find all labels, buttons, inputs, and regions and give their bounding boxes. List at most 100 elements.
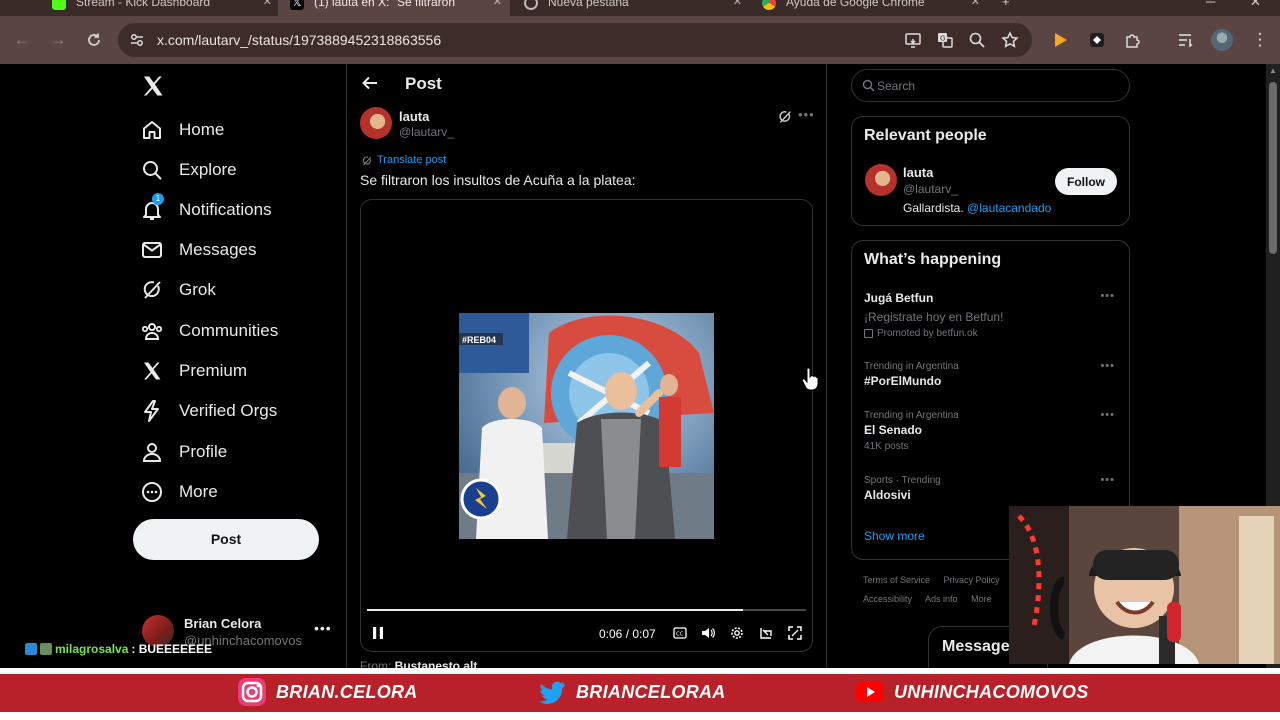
ads-info-link[interactable]: Ads info: [925, 594, 958, 604]
author-name[interactable]: lauta: [399, 109, 429, 124]
settings-gear-icon[interactable]: [730, 626, 744, 640]
from-source[interactable]: Bustanesto.alt: [395, 659, 478, 668]
chrome-menu-icon[interactable]: ⋮: [1248, 28, 1272, 52]
nav-home[interactable]: Home: [140, 115, 224, 145]
post-more-icon[interactable]: •••: [798, 107, 815, 122]
nav-profile[interactable]: Profile: [140, 437, 227, 467]
volume-icon[interactable]: [701, 626, 715, 640]
nav-more[interactable]: More: [140, 477, 218, 507]
translate-post-link[interactable]: Translate post: [377, 154, 446, 166]
new-tab-icon[interactable]: +: [1002, 0, 1010, 9]
nav-communities[interactable]: Communities: [140, 316, 278, 346]
relevant-person-bio: Gallardista. @lautacandado: [903, 201, 1051, 215]
back-arrow-icon[interactable]: [361, 74, 379, 92]
address-bar[interactable]: x.com/lautarv_/status/197388945231886355…: [118, 23, 1032, 57]
minimize-icon[interactable]: ─: [1206, 0, 1215, 9]
video-player[interactable]: #REB04 0:06 / 0:07 CC: [360, 199, 813, 652]
author-avatar[interactable]: [360, 107, 392, 139]
kick-favicon-icon: [52, 0, 66, 10]
x-logo-icon[interactable]: [141, 74, 165, 98]
extensions-puzzle-icon[interactable]: [1124, 31, 1142, 49]
scroll-up-icon[interactable]: ▲: [1268, 66, 1278, 75]
extension-diamond-icon[interactable]: [1088, 31, 1106, 49]
site-settings-icon[interactable]: [128, 31, 146, 49]
account-name[interactable]: Brian Celora: [184, 616, 261, 631]
bell-icon: 1: [140, 193, 164, 222]
accessibility-link[interactable]: Accessibility: [863, 594, 912, 604]
profile-avatar[interactable]: [1211, 29, 1233, 51]
nav-messages[interactable]: Messages: [140, 235, 256, 265]
trend-item[interactable]: Trending in Argentina #PorElMundo •••: [864, 360, 1119, 388]
reload-icon[interactable]: [82, 28, 106, 52]
close-tab-icon[interactable]: ✕: [493, 0, 502, 12]
home-icon: [143, 121, 161, 139]
search-box[interactable]: [851, 69, 1130, 102]
trend-more-icon[interactable]: •••: [1100, 290, 1115, 302]
back-icon[interactable]: ←: [10, 28, 34, 52]
forward-icon[interactable]: →: [46, 28, 70, 52]
footer-more-link[interactable]: More: [971, 594, 992, 604]
nav-explore[interactable]: Explore: [140, 155, 237, 185]
promoted-text: Promoted by betfun.ok: [877, 328, 978, 339]
trend-item[interactable]: Trending in Argentina El Senado 41K post…: [864, 409, 1119, 452]
translate-page-icon[interactable]: G: [936, 31, 954, 49]
reading-list-icon[interactable]: [1177, 31, 1195, 49]
privacy-link[interactable]: Privacy Policy: [944, 575, 1000, 585]
trend-more-icon[interactable]: •••: [1100, 409, 1115, 421]
stream-chat-message: milagrosalva : BUEEEEEEE: [25, 642, 212, 656]
author-handle[interactable]: @lautarv_: [399, 125, 454, 139]
nav-grok[interactable]: Grok: [140, 275, 216, 305]
trend-item-promoted[interactable]: Jugá Betfun ¡Registrate hoy en Betfun! P…: [864, 290, 1119, 339]
trend-context: Trending in Argentina: [864, 410, 959, 421]
media-play-extension-icon[interactable]: [1051, 31, 1069, 49]
messages-drawer-title: Message: [942, 638, 1010, 655]
fullscreen-icon[interactable]: [788, 626, 802, 640]
promoted-label: Promoted by betfun.ok: [864, 328, 1119, 339]
account-more-icon[interactable]: •••: [314, 620, 332, 636]
chat-badge-icon: [40, 643, 52, 655]
close-tab-icon[interactable]: ✕: [733, 0, 742, 12]
close-tab-icon[interactable]: ✕: [971, 0, 980, 12]
bookmark-star-icon[interactable]: [1001, 31, 1019, 49]
bio-mention-link[interactable]: @lautacandado: [967, 201, 1051, 215]
follow-button[interactable]: Follow: [1055, 168, 1117, 195]
search-input[interactable]: [877, 77, 1117, 95]
trend-more-icon[interactable]: •••: [1100, 474, 1115, 486]
video-frame[interactable]: #REB04: [459, 313, 714, 539]
picture-in-picture-icon[interactable]: [759, 626, 773, 640]
close-tab-icon[interactable]: ✕: [263, 0, 272, 12]
scrollbar-thumb[interactable]: [1269, 82, 1277, 254]
zoom-icon[interactable]: [968, 31, 986, 49]
nav-premium[interactable]: Premium: [140, 356, 247, 386]
grok-explain-icon[interactable]: [777, 109, 793, 125]
cast-icon[interactable]: [904, 31, 922, 49]
chat-badge-icon: [25, 643, 37, 655]
svg-text:CC: CC: [676, 632, 684, 638]
nav-label: Grok: [179, 280, 216, 299]
from-label: From: [360, 659, 388, 668]
browser-tab[interactable]: Ayuda de Google Chrome ✕: [750, 0, 988, 16]
video-time: 0:06 / 0:07: [599, 627, 656, 641]
browser-tab-active[interactable]: 𝕏 (1) lauta en X: "Se filtraron ✕: [278, 0, 510, 16]
show-more-link[interactable]: Show more: [864, 529, 925, 543]
pause-icon[interactable]: [371, 626, 385, 640]
terms-link[interactable]: Terms of Service: [863, 575, 930, 585]
compose-post-button[interactable]: Post: [133, 519, 319, 560]
relevant-person-handle[interactable]: @lautarv_: [903, 182, 958, 196]
relevant-person-avatar[interactable]: [865, 164, 897, 196]
nav-label: Notifications: [179, 200, 272, 219]
nav-verified-orgs[interactable]: Verified Orgs: [140, 396, 277, 426]
close-window-icon[interactable]: ✕: [1250, 0, 1261, 10]
nav-notifications[interactable]: 1 Notifications: [140, 193, 272, 225]
video-progress-bar[interactable]: [367, 609, 806, 611]
relevant-person-name[interactable]: lauta: [903, 165, 933, 180]
trend-item[interactable]: Sports · Trending Aldosivi •••: [864, 474, 1119, 502]
nav-label: More: [179, 482, 218, 501]
trend-more-icon[interactable]: •••: [1100, 360, 1115, 372]
browser-tab[interactable]: Nueva pestaña ✕: [512, 0, 750, 16]
chat-username: milagrosalva: [55, 642, 129, 656]
twitter-icon: [539, 681, 565, 704]
captions-icon[interactable]: CC: [673, 626, 687, 640]
url-text[interactable]: x.com/lautarv_/status/197388945231886355…: [157, 32, 441, 48]
browser-tab[interactable]: Stream - Kick Dashboard ✕: [40, 0, 280, 16]
